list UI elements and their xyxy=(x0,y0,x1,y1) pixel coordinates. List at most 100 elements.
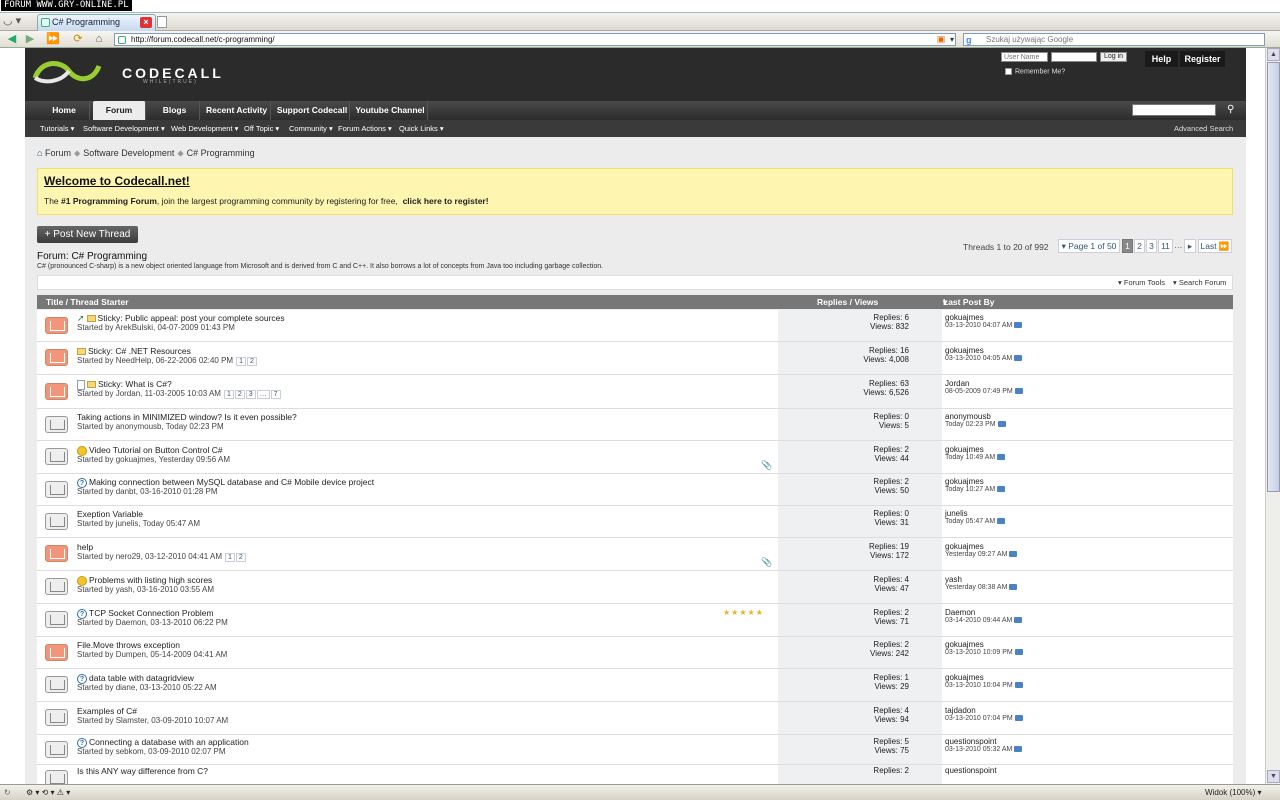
post-new-thread-button[interactable]: + Post New Thread xyxy=(37,226,138,243)
thread-page-link[interactable]: 1 xyxy=(236,357,247,366)
go-to-last-post-icon[interactable] xyxy=(1014,682,1023,689)
thread-row[interactable]: help Started by nero29, 03-12-2010 04:41 … xyxy=(37,538,1233,571)
thread-page-link[interactable]: 2 xyxy=(235,553,246,562)
thread-title[interactable]: Exeption Variable xyxy=(77,509,143,519)
thread-title[interactable]: help xyxy=(77,542,93,552)
thread-page-link[interactable]: 2 xyxy=(234,390,245,399)
rss-icon[interactable]: ▣ xyxy=(936,32,946,47)
welcome-title[interactable]: Welcome to Codecall.net! xyxy=(44,174,190,188)
register-button[interactable]: Register xyxy=(1180,51,1225,67)
nav-blogs[interactable]: Blogs xyxy=(150,101,200,120)
status-tools-icons[interactable]: ⚙ ▾ ⟲ ▾ ⚠ ▾ xyxy=(26,785,70,800)
help-button[interactable]: Help xyxy=(1145,51,1178,67)
browser-search-field[interactable]: g Szukaj używając Google xyxy=(963,33,1265,46)
search-icon[interactable]: ⚲ xyxy=(1227,104,1239,116)
go-to-last-post-icon[interactable] xyxy=(1014,322,1023,329)
page-2[interactable]: 2 xyxy=(1134,239,1145,253)
subnav-software-development[interactable]: Software Development ▾ xyxy=(83,120,165,137)
go-to-last-post-icon[interactable] xyxy=(997,454,1006,461)
thread-row[interactable]: Exeption Variable Started by junelis, Tod… xyxy=(37,506,1233,538)
thread-row[interactable]: ? Making connection between MySQL databas… xyxy=(37,474,1233,506)
thread-row[interactable]: Examples of C# Started by Slamster, 03-09… xyxy=(37,702,1233,735)
breadcrumb-forum[interactable]: Forum xyxy=(45,148,71,158)
reply-count[interactable]: Replies: 16 xyxy=(778,346,909,355)
remember-checkbox[interactable] xyxy=(1005,68,1012,75)
thread-row[interactable]: ? data table with datagridview Started by … xyxy=(37,669,1233,702)
col-last-post[interactable]: Last Post By ▾ xyxy=(943,295,995,309)
remember-me[interactable]: Remember Me? xyxy=(1005,68,1065,75)
close-tab-icon[interactable]: × xyxy=(140,17,152,28)
thread-page-link[interactable]: 7 xyxy=(270,390,281,399)
go-to-last-post-icon[interactable] xyxy=(1014,649,1023,656)
last-page-button[interactable]: Last ⏩ xyxy=(1198,239,1232,253)
last-post-user[interactable]: Jordan xyxy=(945,379,1023,388)
thread-row[interactable]: ? TCP Socket Connection Problem Started by… xyxy=(37,604,1233,637)
nav-support-codecall[interactable]: Support Codecall xyxy=(275,101,350,120)
register-link[interactable]: click here to register! xyxy=(403,196,489,206)
go-to-last-post-icon[interactable] xyxy=(997,518,1006,525)
last-post-user[interactable]: gokuajmes xyxy=(945,477,1005,486)
reply-count[interactable]: Replies: 5 xyxy=(778,737,909,746)
go-to-last-post-icon[interactable] xyxy=(1014,715,1023,722)
thread-row[interactable]: ➚ Sticky: Public appeal: post your comple… xyxy=(37,310,1233,342)
last-post-user[interactable]: Daemon xyxy=(945,608,1022,617)
forward-icon[interactable]: ▶ xyxy=(22,32,38,47)
username-input[interactable] xyxy=(1001,52,1048,62)
thread-row[interactable]: Video Tutorial on Button Control C# Start… xyxy=(37,441,1233,474)
page-of-dropdown[interactable]: ▾ Page 1 of 50 xyxy=(1058,239,1120,253)
last-post-user[interactable]: gokuajmes xyxy=(945,542,1017,551)
next-page-icon[interactable]: ▸ xyxy=(1184,239,1196,253)
subnav-tutorials[interactable]: Tutorials ▾ xyxy=(40,120,74,137)
reply-count[interactable]: Replies: 4 xyxy=(778,575,909,584)
reply-count[interactable]: Replies: 2 xyxy=(778,445,909,454)
thread-page-link[interactable]: 1 xyxy=(225,553,235,562)
thread-page-link[interactable]: 1 xyxy=(223,390,234,399)
last-post-user[interactable]: tajdadon xyxy=(945,706,1023,715)
reply-count[interactable]: Replies: 2 xyxy=(778,477,909,486)
page-scrollbar[interactable]: ▲ ▼ xyxy=(1265,48,1280,784)
last-post-user[interactable]: anonymousb xyxy=(945,412,1006,421)
reply-count[interactable]: Replies: 2 xyxy=(778,608,909,617)
page-3[interactable]: 3 xyxy=(1146,239,1157,253)
thread-row[interactable]: Is this ANY way difference from C? Replie… xyxy=(37,765,1233,784)
reply-count[interactable]: Replies: 0 xyxy=(778,509,909,518)
subnav-web-development[interactable]: Web Development ▾ xyxy=(171,120,238,137)
reply-count[interactable]: Replies: 1 xyxy=(778,673,909,682)
go-to-last-post-icon[interactable] xyxy=(1009,551,1018,558)
subnav-quick-links[interactable]: Quick Links ▾ xyxy=(399,120,444,137)
scroll-thumb[interactable] xyxy=(1267,62,1280,492)
advanced-search-link[interactable]: Advanced Search xyxy=(1174,120,1233,137)
thread-row[interactable]: ? Connecting a database with an applicati… xyxy=(37,735,1233,765)
address-dropdown-icon[interactable]: ▾ xyxy=(948,32,956,47)
go-to-last-post-icon[interactable] xyxy=(1014,355,1023,362)
scroll-up-icon[interactable]: ▲ xyxy=(1267,48,1280,61)
go-to-last-post-icon[interactable] xyxy=(1014,388,1023,395)
page-1[interactable]: 1 xyxy=(1122,239,1133,253)
reply-count[interactable]: Replies: 63 xyxy=(778,379,909,388)
last-post-user[interactable]: questionspoint xyxy=(945,737,1022,746)
last-post-user[interactable]: gokuajmes xyxy=(945,673,1023,682)
reply-count[interactable]: Replies: 0 xyxy=(778,412,909,421)
nav-forum[interactable]: Forum xyxy=(93,101,146,120)
nav-recent-activity[interactable]: Recent Activity xyxy=(203,101,271,120)
reply-count[interactable]: Replies: 6 xyxy=(778,313,909,322)
reload-icon[interactable]: ⟳ xyxy=(70,32,86,47)
go-to-last-post-icon[interactable] xyxy=(1014,617,1023,624)
password-input[interactable] xyxy=(1051,52,1097,62)
last-post-user[interactable]: gokuajmes xyxy=(945,445,1005,454)
thread-row[interactable]: Taking actions in MINIMIZED window? Is i… xyxy=(37,409,1233,441)
login-button[interactable]: Log in xyxy=(1100,52,1127,62)
last-post-user[interactable]: gokuajmes xyxy=(945,313,1022,322)
subnav-community[interactable]: Community ▾ xyxy=(289,120,333,137)
site-search-input[interactable] xyxy=(1132,104,1216,116)
scroll-down-icon[interactable]: ▼ xyxy=(1267,770,1280,783)
col-title[interactable]: Title / Thread Starter xyxy=(46,295,129,309)
reply-count[interactable]: Replies: 4 xyxy=(778,706,909,715)
zoom-level[interactable]: Widok (100%) ▾ xyxy=(1205,785,1262,800)
home-icon[interactable]: ⌂ xyxy=(91,32,107,47)
new-tab-button[interactable] xyxy=(157,16,167,28)
nav-youtube-channel[interactable]: Youtube Channel xyxy=(353,101,428,120)
reply-count[interactable]: Replies: 19 xyxy=(778,542,909,551)
fast-forward-icon[interactable]: ⏩ xyxy=(45,32,61,47)
thread-row[interactable]: File.Move throws exception Started by Dum… xyxy=(37,637,1233,669)
